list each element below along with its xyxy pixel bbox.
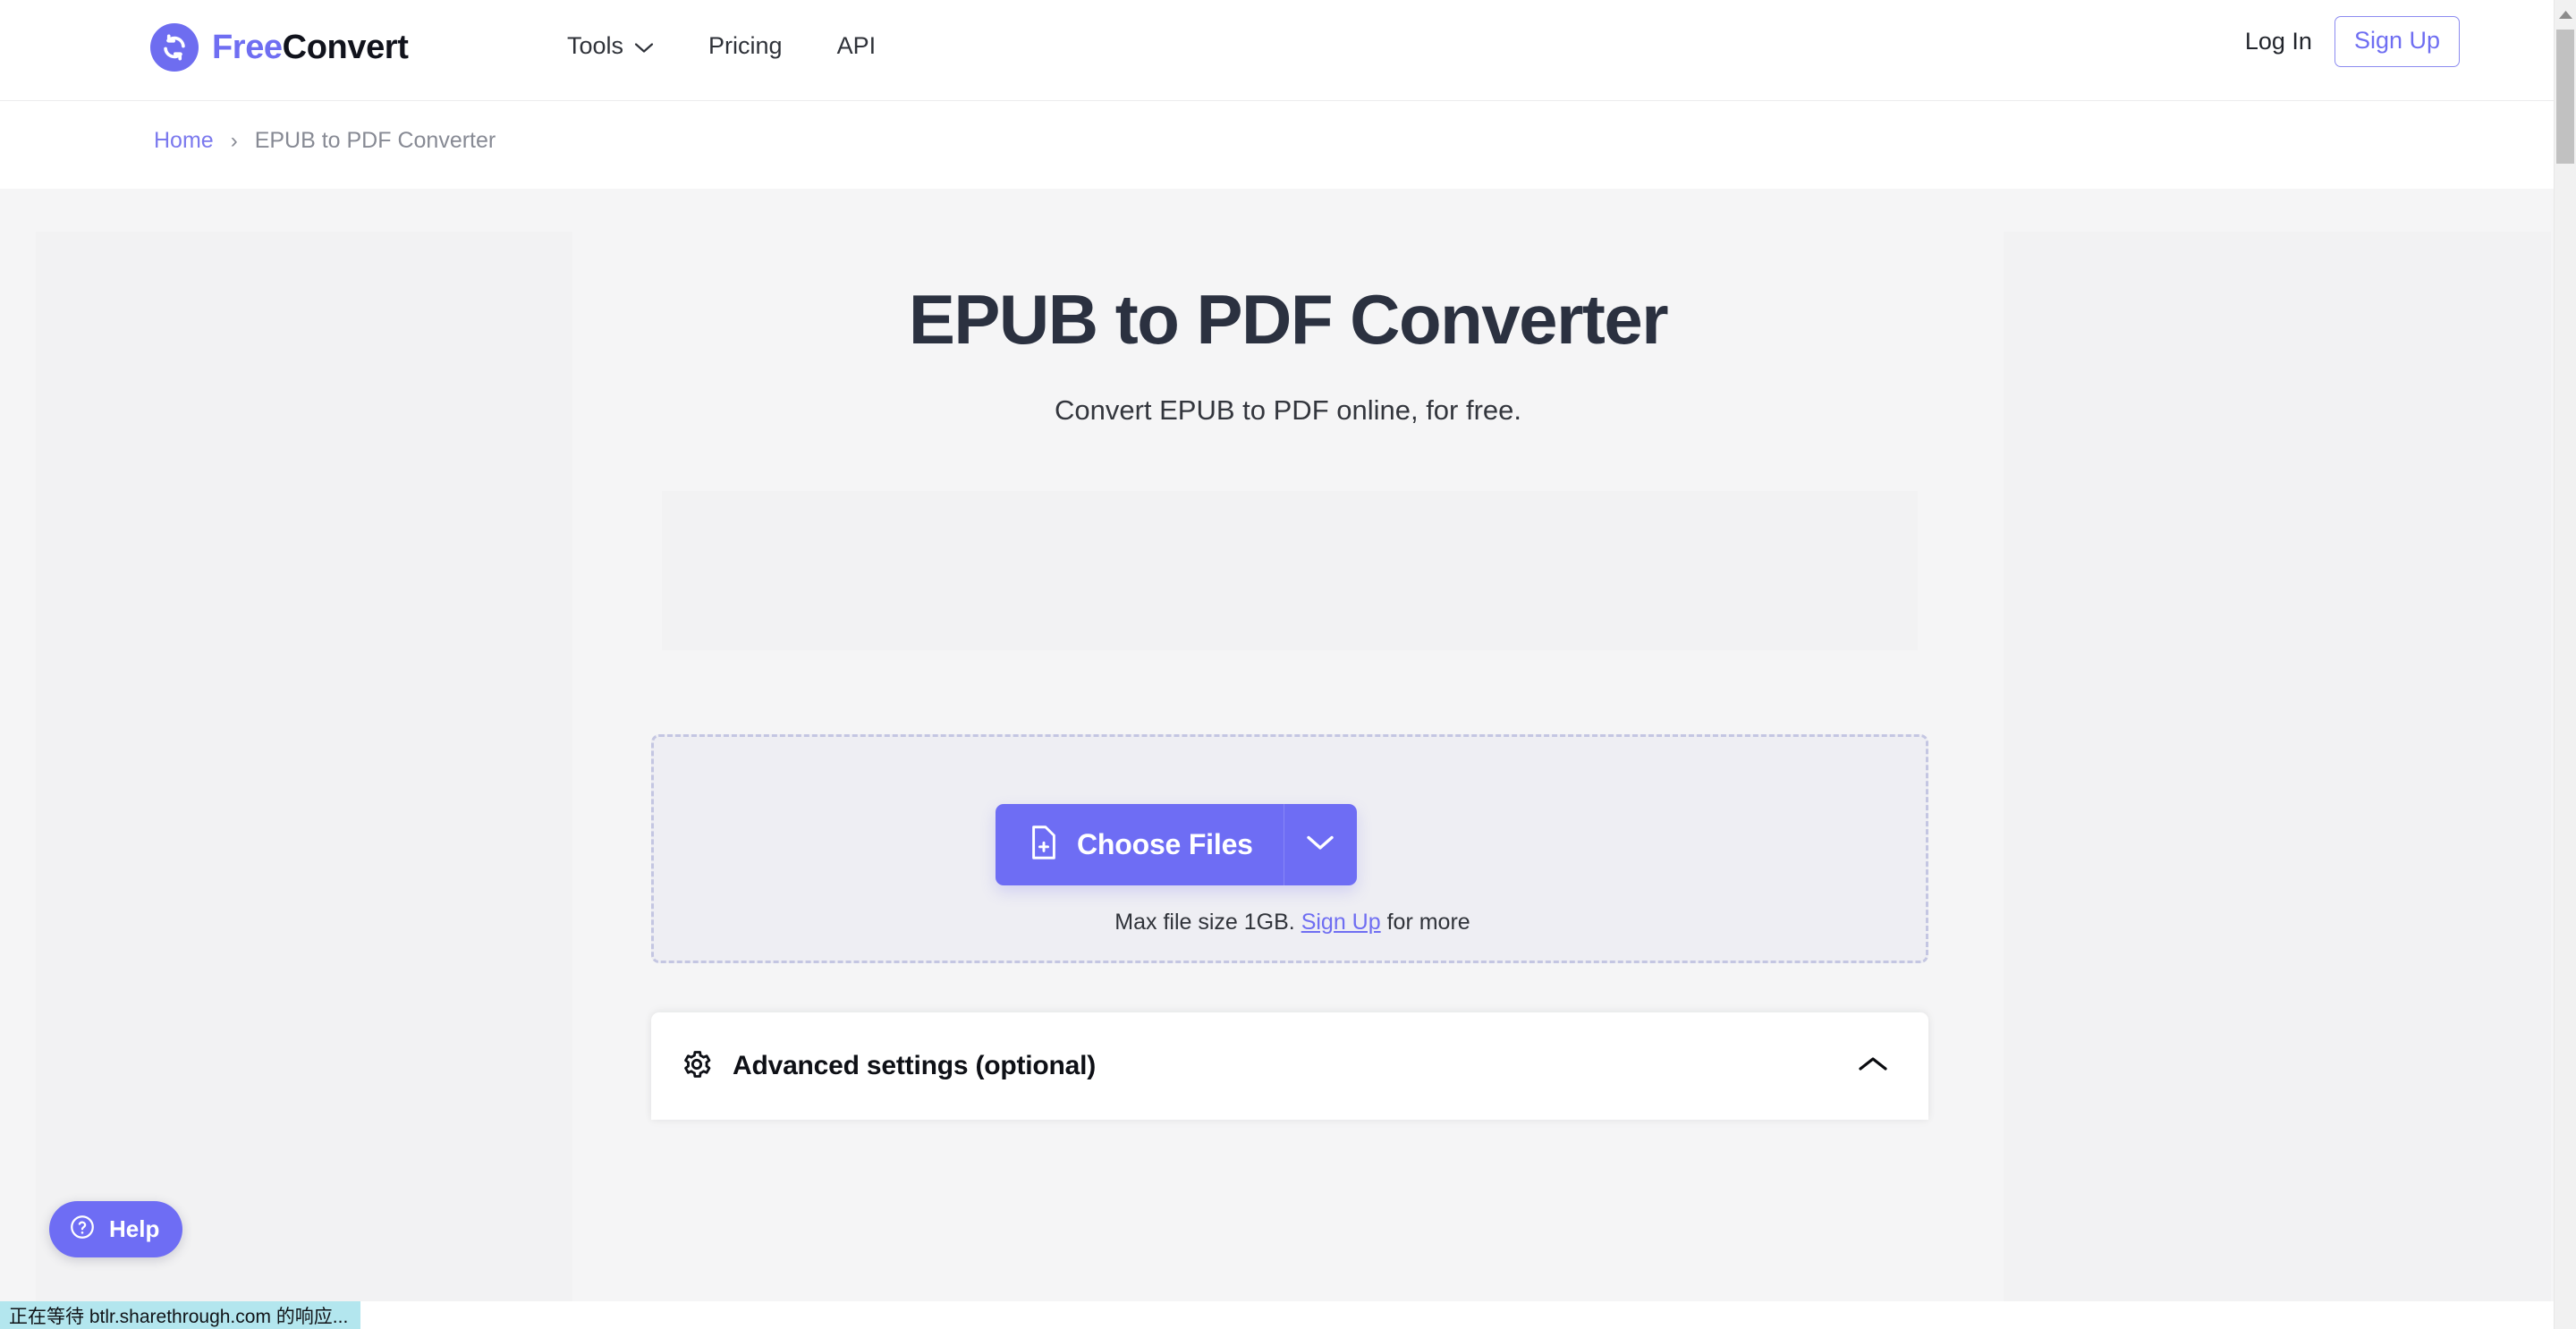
brand-logo[interactable]: FreeConvert (150, 23, 409, 72)
convert-arrows-icon (150, 23, 199, 72)
help-widget-button[interactable]: Help (49, 1201, 183, 1257)
primary-nav: Tools Pricing API (567, 32, 876, 60)
advanced-settings-card: Advanced settings (optional) (651, 1012, 1928, 1120)
chevron-down-icon (634, 32, 654, 60)
nav-item-pricing[interactable]: Pricing (708, 32, 783, 60)
choose-files-group: Choose Files (996, 804, 1357, 885)
page-title: EPUB to PDF Converter (908, 280, 1669, 359)
advanced-settings-header[interactable]: Advanced settings (optional) (651, 1012, 1928, 1120)
converter-column: EPUB to PDF Converter Convert EPUB to PD… (590, 189, 1986, 1301)
ad-slot-right (2004, 232, 2551, 1301)
max-file-size-prefix: Max file size 1GB. (1114, 910, 1295, 935)
signup-button[interactable]: Sign Up (2334, 16, 2460, 67)
question-circle-icon (69, 1214, 96, 1245)
max-file-size-note: Max file size 1GB. Sign Up for more (654, 910, 1931, 935)
scrollbar-thumb[interactable] (2556, 30, 2574, 164)
status-text: 正在等待 btlr.sharethrough.com 的响应... (9, 1306, 349, 1327)
file-dropzone[interactable]: Choose Files Max file size 1GB. Sign Up (651, 734, 1928, 963)
breadcrumb-current: EPUB to PDF Converter (254, 128, 496, 153)
collapse-toggle-button[interactable] (1858, 1054, 1888, 1078)
ad-slot-left (36, 232, 572, 1301)
breadcrumb-separator-icon: › (230, 128, 238, 153)
browser-status-bar: 正在等待 btlr.sharethrough.com 的响应... (0, 1301, 361, 1329)
scroll-up-arrow-icon[interactable] (2555, 0, 2576, 30)
brand-name-first: Free (212, 28, 283, 66)
vertical-scrollbar[interactable] (2554, 0, 2576, 1329)
page-subtitle: Convert EPUB to PDF online, for free. (1054, 394, 1522, 426)
advanced-settings-label: Advanced settings (optional) (733, 1051, 1097, 1080)
page-content: EPUB to PDF Converter Convert EPUB to PD… (0, 189, 2554, 1301)
chevron-up-icon (1858, 1054, 1888, 1078)
brand-name-second: Convert (282, 28, 409, 66)
nav-item-api[interactable]: API (837, 32, 877, 60)
nav-item-tools[interactable]: Tools (567, 32, 654, 60)
chevron-down-icon (1306, 834, 1335, 856)
nav-item-pricing-label: Pricing (708, 32, 783, 59)
gear-icon (681, 1048, 713, 1085)
login-link[interactable]: Log In (2245, 28, 2312, 55)
brand-wordmark: FreeConvert (212, 28, 409, 67)
max-file-size-signup-link[interactable]: Sign Up (1301, 910, 1381, 935)
choose-files-button[interactable]: Choose Files (996, 804, 1284, 885)
site-header: FreeConvert Tools Pricing API Log In Sig… (0, 0, 2554, 101)
breadcrumb-home-link[interactable]: Home (154, 128, 214, 154)
file-add-icon (1029, 825, 1059, 864)
breadcrumb-bar: Home › EPUB to PDF Converter (0, 101, 2554, 189)
ad-slot-banner (662, 491, 1918, 650)
choose-files-dropdown-button[interactable] (1283, 804, 1357, 885)
breadcrumb: Home › EPUB to PDF Converter (154, 128, 496, 154)
help-widget-label: Help (109, 1215, 160, 1242)
page-viewport: FreeConvert Tools Pricing API Log In Sig… (0, 0, 2554, 1301)
nav-item-api-label: API (836, 32, 877, 59)
choose-files-label: Choose Files (1077, 828, 1253, 860)
auth-actions: Log In Sign Up (2245, 16, 2460, 67)
browser-page: FreeConvert Tools Pricing API Log In Sig… (0, 0, 2576, 1329)
nav-item-tools-label: Tools (567, 32, 624, 59)
max-file-size-suffix: for more (1386, 910, 1470, 935)
